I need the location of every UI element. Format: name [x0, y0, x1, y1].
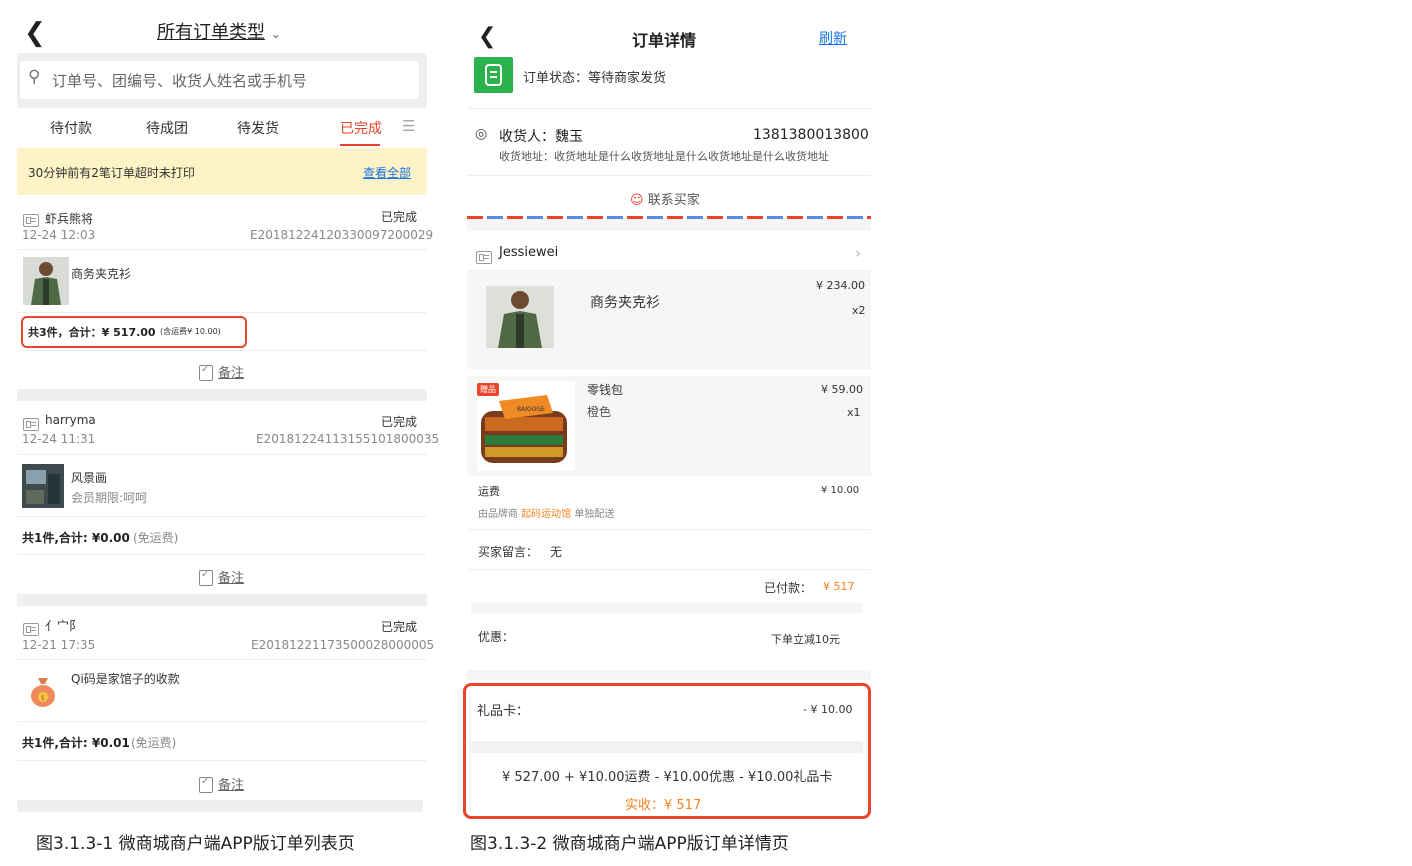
figure-caption-left: 图3.1.3-1 微商城商户端APP版订单列表页: [36, 834, 355, 854]
paid-label: 已付款：: [764, 581, 813, 595]
jacket-thumbnail: [23, 257, 69, 305]
order-summary: 共3件，合计：¥ 517.00: [28, 326, 156, 339]
buyer-card-icon: [23, 210, 39, 229]
menu-icon[interactable]: ☰: [402, 117, 415, 135]
page-title: 所有订单类型: [157, 22, 265, 43]
svg-text:BAIGOGE: BAIGOGE: [517, 406, 545, 413]
discount-value: 下单立减10元: [771, 633, 840, 646]
product-spec: 橙色: [587, 405, 612, 419]
buyer-card-icon: [23, 619, 39, 638]
giftcard-label: 礼品卡：: [477, 704, 530, 719]
order-summary: 共1件,合计: ¥0.00: [22, 531, 130, 545]
product-name: 商务夹克衫: [590, 295, 660, 311]
buyer-card-icon: [23, 414, 39, 433]
buyer-message-label: 买家留言：: [478, 545, 539, 559]
painting-thumbnail: [22, 464, 64, 508]
buyer-card-icon: [476, 247, 492, 266]
product-name: 零钱包: [587, 383, 624, 397]
order-status-icon: [474, 57, 513, 93]
order-status-text: 订单状态：等待商家发货: [523, 71, 667, 86]
gift-badge: 赠品: [477, 383, 499, 396]
figure-caption-right: 图3.1.3-2 微商城商户端APP版订单详情页: [470, 834, 789, 854]
order-summary: 共1件,合计: ¥0.01: [22, 736, 130, 750]
order-status: 已完成: [381, 210, 418, 224]
product-qty: x2: [852, 304, 866, 317]
contact-buyer-button[interactable]: ☺ 联系买家: [630, 189, 700, 208]
order-summary-extra: (免运费): [131, 736, 177, 750]
chevron-left-icon: ❮: [24, 18, 46, 48]
search-input[interactable]: ⚲ 订单号、团编号、收货人姓名或手机号: [20, 61, 419, 99]
product-price: ¥ 234.00: [816, 279, 865, 292]
order-number: E20181224113155101800035: [256, 432, 440, 446]
refresh-link[interactable]: 刷新: [819, 28, 847, 48]
order-number: E20181224120330097200029: [250, 228, 434, 242]
remark-button[interactable]: 备注: [199, 774, 244, 793]
actual-received: 实收：¥ 517: [625, 798, 702, 813]
item-sub: 会员期限:呵呵: [71, 491, 148, 505]
item-name: 商务夹克衫: [71, 267, 132, 281]
order-type-dropdown[interactable]: 所有订单类型 ⌄: [157, 18, 281, 44]
chevron-left-icon: ❮: [478, 24, 497, 49]
brand-name: 起码运动馆: [521, 509, 572, 520]
shipping-value: ¥ 10.00: [821, 485, 860, 496]
order-time: 12-24 12:03: [22, 228, 96, 242]
buyer-name: Jessiewei: [499, 245, 559, 260]
order-number: E20181221173500028000005: [251, 638, 435, 652]
tab-pending-group[interactable]: 待成团: [146, 118, 188, 138]
product-item-1[interactable]: 商务夹克衫 ¥ 234.00 x2: [467, 271, 871, 369]
order-time: 12-24 11:31: [22, 432, 96, 446]
buyer-name: 亻宀阝: [45, 619, 82, 633]
shipping-note: 由品牌商 起码运动馆 单独配送: [478, 509, 615, 520]
buyer-name: 虾兵熊将: [45, 212, 94, 226]
discount-label: 优惠：: [478, 630, 515, 644]
back-button[interactable]: ❮: [478, 24, 496, 49]
view-all-link[interactable]: 查看全部: [363, 164, 411, 181]
svg-text:$: $: [41, 694, 45, 702]
buyer-message-value: 无: [550, 545, 563, 559]
remark-button[interactable]: 备注: [199, 567, 244, 586]
receiver-name: 收货人：魏玉: [499, 129, 583, 145]
order-summary-extra: (免运费): [133, 531, 179, 545]
item-name: 风景画: [71, 471, 108, 485]
note-icon: [199, 776, 213, 793]
item-name: Qi码是家馆子的收款: [71, 672, 180, 686]
page-title: 订单详情: [632, 31, 697, 50]
location-pin-icon: ◎: [475, 126, 488, 142]
active-tab-indicator: [340, 144, 380, 146]
receiver-address: 收货地址：收货地址是什么收货地址是什么收货地址是什么收货地址: [499, 150, 829, 163]
search-placeholder: 订单号、团编号、收货人姓名或手机号: [52, 72, 308, 90]
receiver-phone: 1381380013800: [753, 127, 869, 143]
buyer-name: harryma: [45, 413, 96, 427]
tab-completed[interactable]: 已完成: [340, 118, 382, 138]
money-bag-icon: $: [29, 672, 57, 708]
contact-buyer-label: 联系买家: [647, 193, 700, 208]
notice-text: 30分钟前有2笔订单超时未打印: [28, 166, 195, 180]
shipping-label: 运费: [478, 485, 500, 498]
tab-pending-payment[interactable]: 待付款: [50, 118, 92, 138]
product-qty: x1: [847, 406, 861, 419]
giftcard-value: - ¥ 10.00: [803, 703, 853, 716]
chevron-down-icon: ⌄: [270, 27, 281, 41]
total-formula: ¥ 527.00 + ¥10.00运费 - ¥10.00优惠 - ¥10.00礼…: [502, 770, 833, 785]
back-button[interactable]: ❮: [24, 18, 46, 48]
product-price: ¥ 59.00: [821, 383, 863, 396]
jacket-thumbnail: [486, 286, 554, 348]
paid-value: ¥ 517: [823, 580, 855, 593]
remark-button[interactable]: 备注: [199, 362, 244, 381]
order-time: 12-21 17:35: [22, 638, 96, 652]
note-icon: [199, 569, 213, 586]
note-icon: [199, 364, 213, 381]
product-item-2[interactable]: BAIGOGE 赠品 零钱包 橙色 ¥ 59.00 x1: [467, 376, 871, 476]
chevron-right-icon[interactable]: ›: [855, 244, 861, 262]
print-notice-bar: 30分钟前有2笔订单超时未打印 查看全部: [17, 148, 427, 195]
tab-pending-shipment[interactable]: 待发货: [237, 118, 279, 138]
search-icon: ⚲: [28, 67, 41, 87]
order-status: 已完成: [381, 620, 418, 634]
contact-icon: ☺: [630, 193, 644, 208]
order-summary-extra: (含运费¥ 10.00): [160, 327, 221, 336]
order-status: 已完成: [381, 415, 418, 429]
